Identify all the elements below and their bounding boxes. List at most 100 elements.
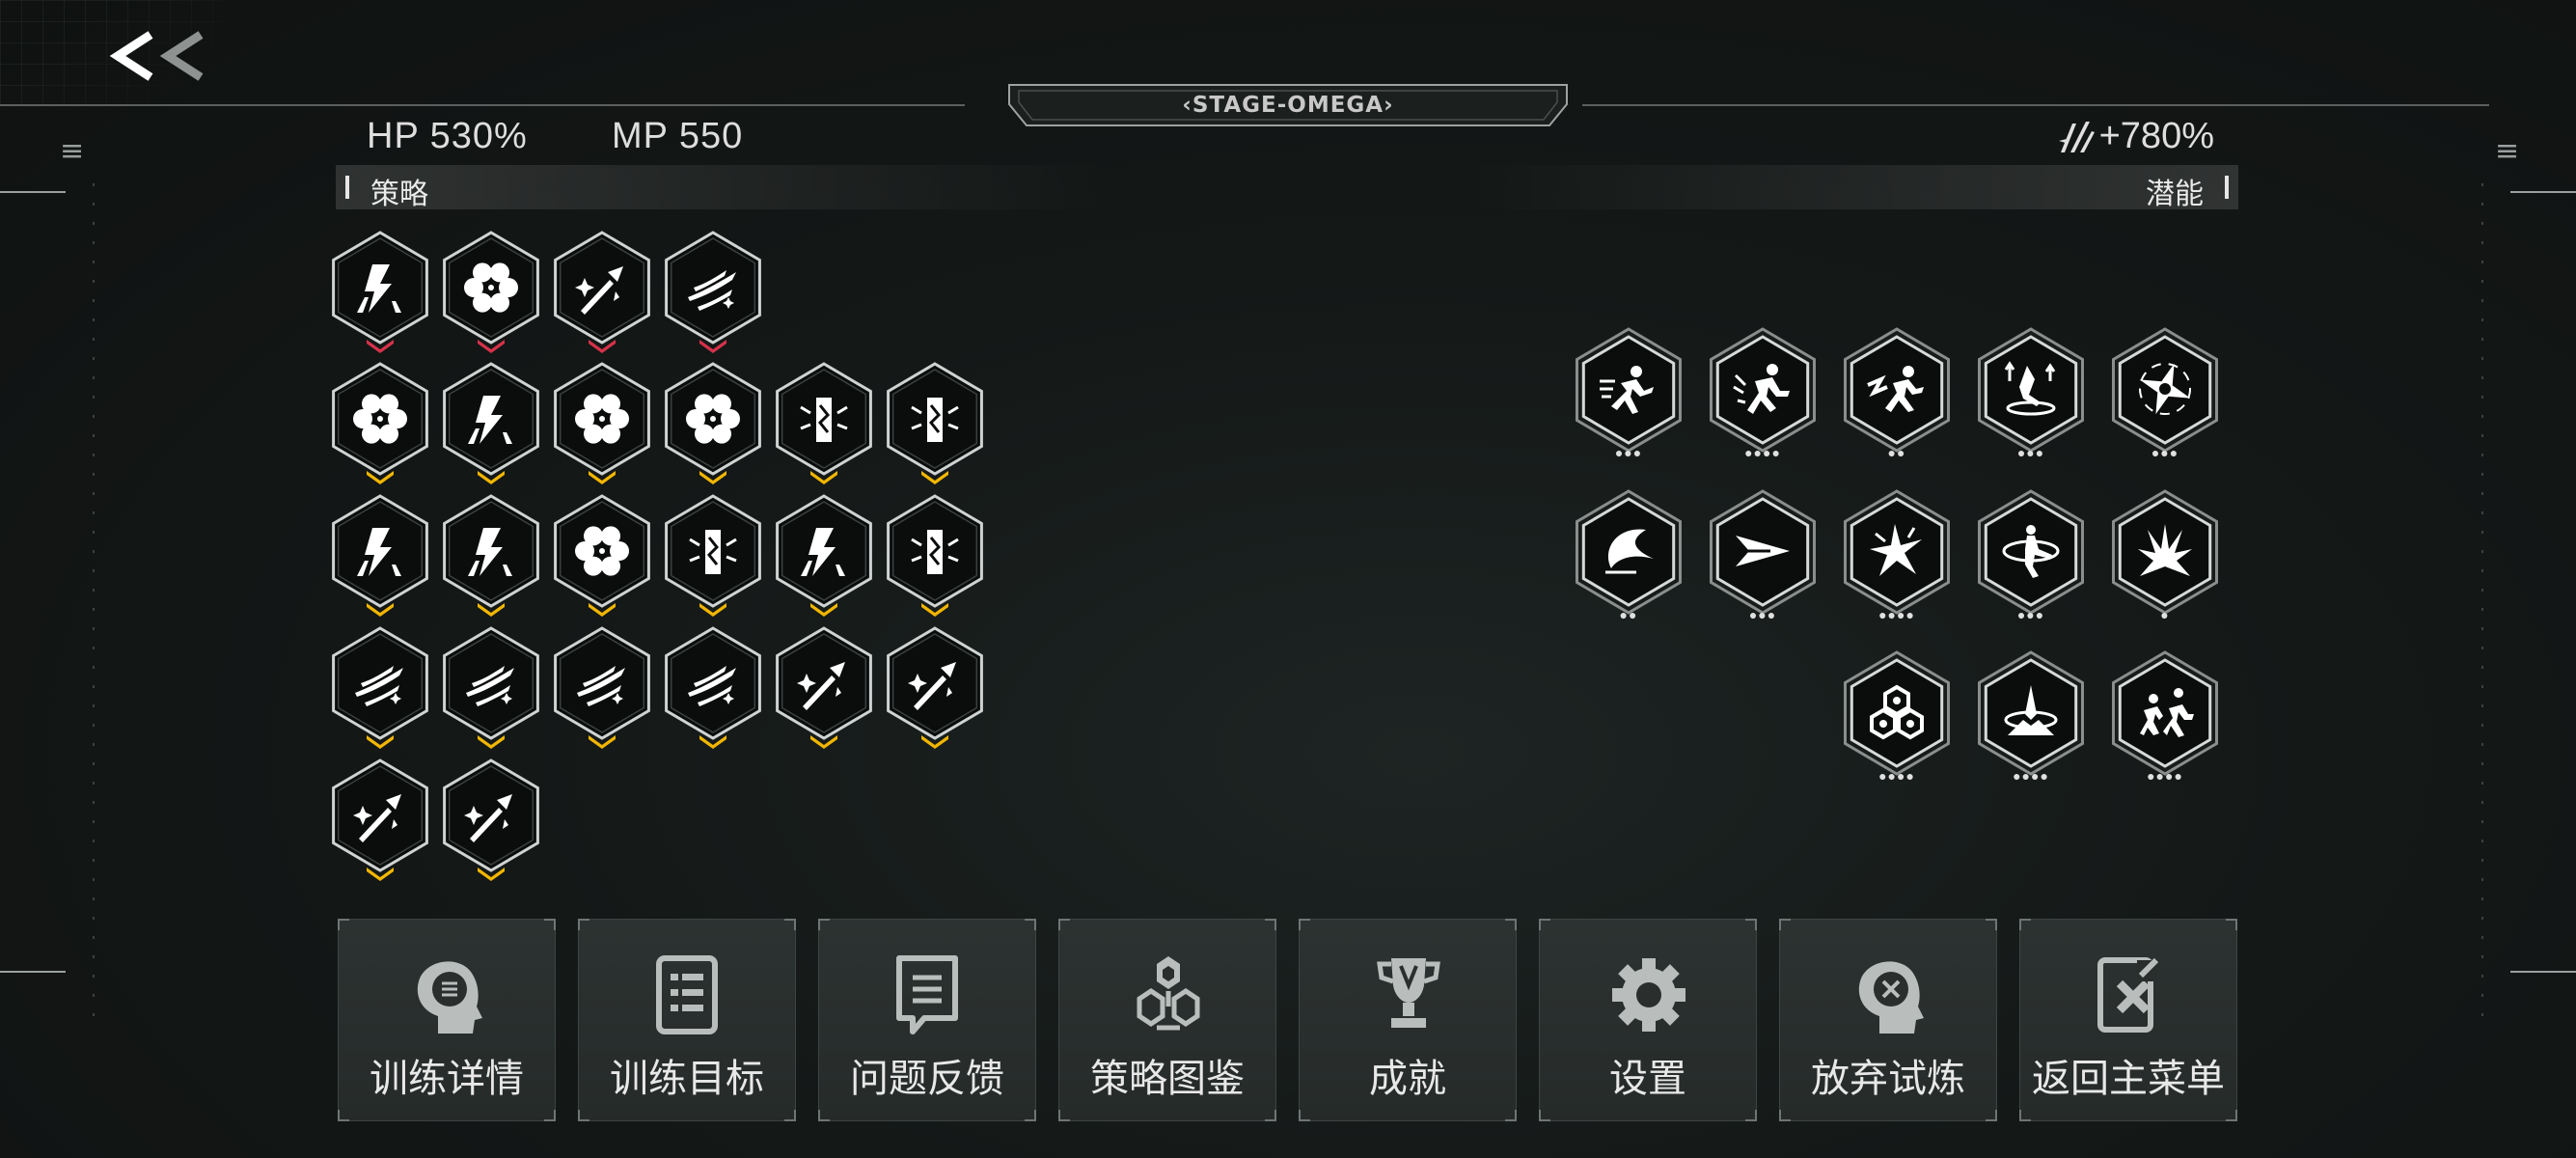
menu-button-label: 问题反馈 [850, 1058, 1004, 1100]
potential-level-dots: ●●● [2016, 607, 2045, 622]
section-tick-left [345, 176, 349, 199]
right-edge-ruler [2481, 183, 2483, 1033]
strategy-card[interactable] [552, 361, 652, 484]
back-button[interactable] [108, 27, 214, 85]
strategy-card[interactable] [663, 361, 763, 484]
rank-chevron-gold [810, 735, 837, 749]
menu-button-strategy-codex[interactable]: 策略图鉴 [1058, 919, 1276, 1121]
strategy-card[interactable] [441, 493, 541, 617]
strategy-card[interactable] [441, 361, 541, 484]
potential-card[interactable]: ●●● [1975, 325, 2087, 459]
strategy-card[interactable] [441, 625, 541, 749]
potential-level-dots: ●●● [2151, 445, 2179, 460]
spear-sparkle-icon [908, 662, 956, 710]
rank-chevron-gold [699, 735, 726, 749]
potential-card[interactable]: ●●●● [1707, 325, 1819, 459]
menu-button-feedback[interactable]: 问题反馈 [818, 919, 1036, 1121]
strategy-codex-icon [1137, 956, 1200, 1031]
strategy-card[interactable] [663, 625, 763, 749]
spin-kick-icon [2002, 525, 2060, 578]
section-header-bar: 策略 潜能 [336, 165, 2238, 210]
potential-level-dots: ●● [1619, 607, 1638, 622]
menu-button-label: 设置 [1609, 1058, 1686, 1100]
stage-title: ‹STAGE-OMEGA› [1182, 93, 1394, 118]
menu-button-gear[interactable]: 设置 [1539, 919, 1757, 1121]
claw-slash-icon [2058, 121, 2095, 152]
strategy-card[interactable] [441, 758, 541, 881]
strategy-card[interactable] [885, 361, 985, 484]
strategy-card[interactable] [330, 625, 430, 749]
potential-card[interactable]: ●● [1573, 487, 1685, 621]
sprint-runner-icon [1733, 364, 1790, 414]
potential-card[interactable]: ●● [1841, 325, 1953, 459]
dash-streak-icon [688, 270, 736, 311]
potential-level-dots: ● [2160, 607, 2170, 622]
strategy-card[interactable] [330, 230, 430, 353]
potential-card[interactable]: ●●● [1707, 487, 1819, 621]
rank-chevron-gold [478, 603, 505, 617]
right-edge-dash [2510, 191, 2576, 193]
menu-button-trophy[interactable]: 成就 [1299, 919, 1517, 1121]
rank-chevron-gold [810, 471, 837, 484]
pillar-spark-icon [911, 530, 959, 574]
menu-button-document-list[interactable]: 训练目标 [578, 919, 796, 1121]
potential-card[interactable]: ●●● [2109, 325, 2221, 459]
potential-card[interactable]: ● [2109, 487, 2221, 621]
menu-button-abandon[interactable]: 放弃试炼 [1779, 919, 1997, 1121]
menu-button-return-menu[interactable]: 返回主菜单 [2019, 919, 2237, 1121]
spear-sparkle-icon [353, 794, 401, 842]
strategy-card[interactable] [552, 493, 652, 617]
rank-chevron-gold [699, 471, 726, 484]
right-edge-dash [2510, 971, 2576, 973]
potential-level-dots: ●●●● [1878, 768, 1915, 784]
feedback-icon [896, 955, 958, 1034]
potential-card[interactable]: ●●●● [1841, 648, 1953, 783]
strategy-card[interactable] [330, 361, 430, 484]
strategy-card[interactable] [552, 625, 652, 749]
spear-sparkle-icon [575, 266, 623, 315]
strategy-card[interactable] [663, 230, 763, 353]
potential-bonus-value: +780% [2098, 116, 2214, 156]
potential-card[interactable]: ●●● [1573, 325, 1685, 459]
rank-chevron-gold [921, 735, 948, 749]
rank-chevron-gold [589, 471, 616, 484]
hp-stat: HP 530% [367, 116, 528, 156]
strategy-card[interactable] [774, 625, 874, 749]
mp-stat: MP 550 [612, 116, 744, 156]
section-tick-right [2225, 176, 2229, 199]
strategy-card[interactable] [885, 493, 985, 617]
rank-chevron-gold [367, 603, 394, 617]
strategy-card[interactable] [885, 625, 985, 749]
menu-button-label: 训练目标 [610, 1058, 764, 1100]
potential-card[interactable]: ●●●● [1841, 487, 1953, 621]
menu-button-training-detail[interactable]: 训练详情 [338, 919, 556, 1121]
strategy-card[interactable] [663, 493, 763, 617]
potential-section-title: 潜能 [2146, 179, 2204, 210]
potential-card[interactable]: ●●● [1975, 487, 2087, 621]
spear-sparkle-icon [464, 794, 512, 842]
strategy-card[interactable] [774, 361, 874, 484]
lightning-road-icon [468, 528, 512, 576]
left-edge-dash [0, 971, 66, 973]
potential-level-dots: ●●●● [1878, 607, 1915, 622]
potential-level-dots: ●●●● [2147, 768, 2183, 784]
multi-runner-icon [2140, 688, 2194, 737]
crescent-slash-icon [1605, 529, 1654, 574]
menu-button-label: 训练详情 [370, 1058, 524, 1100]
flower-ring-icon [464, 262, 518, 313]
strategy-card[interactable] [441, 230, 541, 353]
dash-streak-icon [688, 666, 736, 706]
dash-streak-icon [577, 666, 625, 706]
header-divider-right [1582, 104, 2489, 106]
rank-chevron-gold [367, 471, 394, 484]
strategy-card[interactable] [552, 230, 652, 353]
strategy-card[interactable] [330, 758, 430, 881]
rank-chevron-red [589, 340, 616, 353]
training-detail-icon [417, 961, 482, 1034]
pillar-spark-icon [800, 398, 848, 442]
potential-card[interactable]: ●●●● [2109, 648, 2221, 783]
strategy-card[interactable] [774, 493, 874, 617]
rank-chevron-gold [589, 735, 616, 749]
potential-card[interactable]: ●●●● [1975, 648, 2087, 783]
strategy-card[interactable] [330, 493, 430, 617]
